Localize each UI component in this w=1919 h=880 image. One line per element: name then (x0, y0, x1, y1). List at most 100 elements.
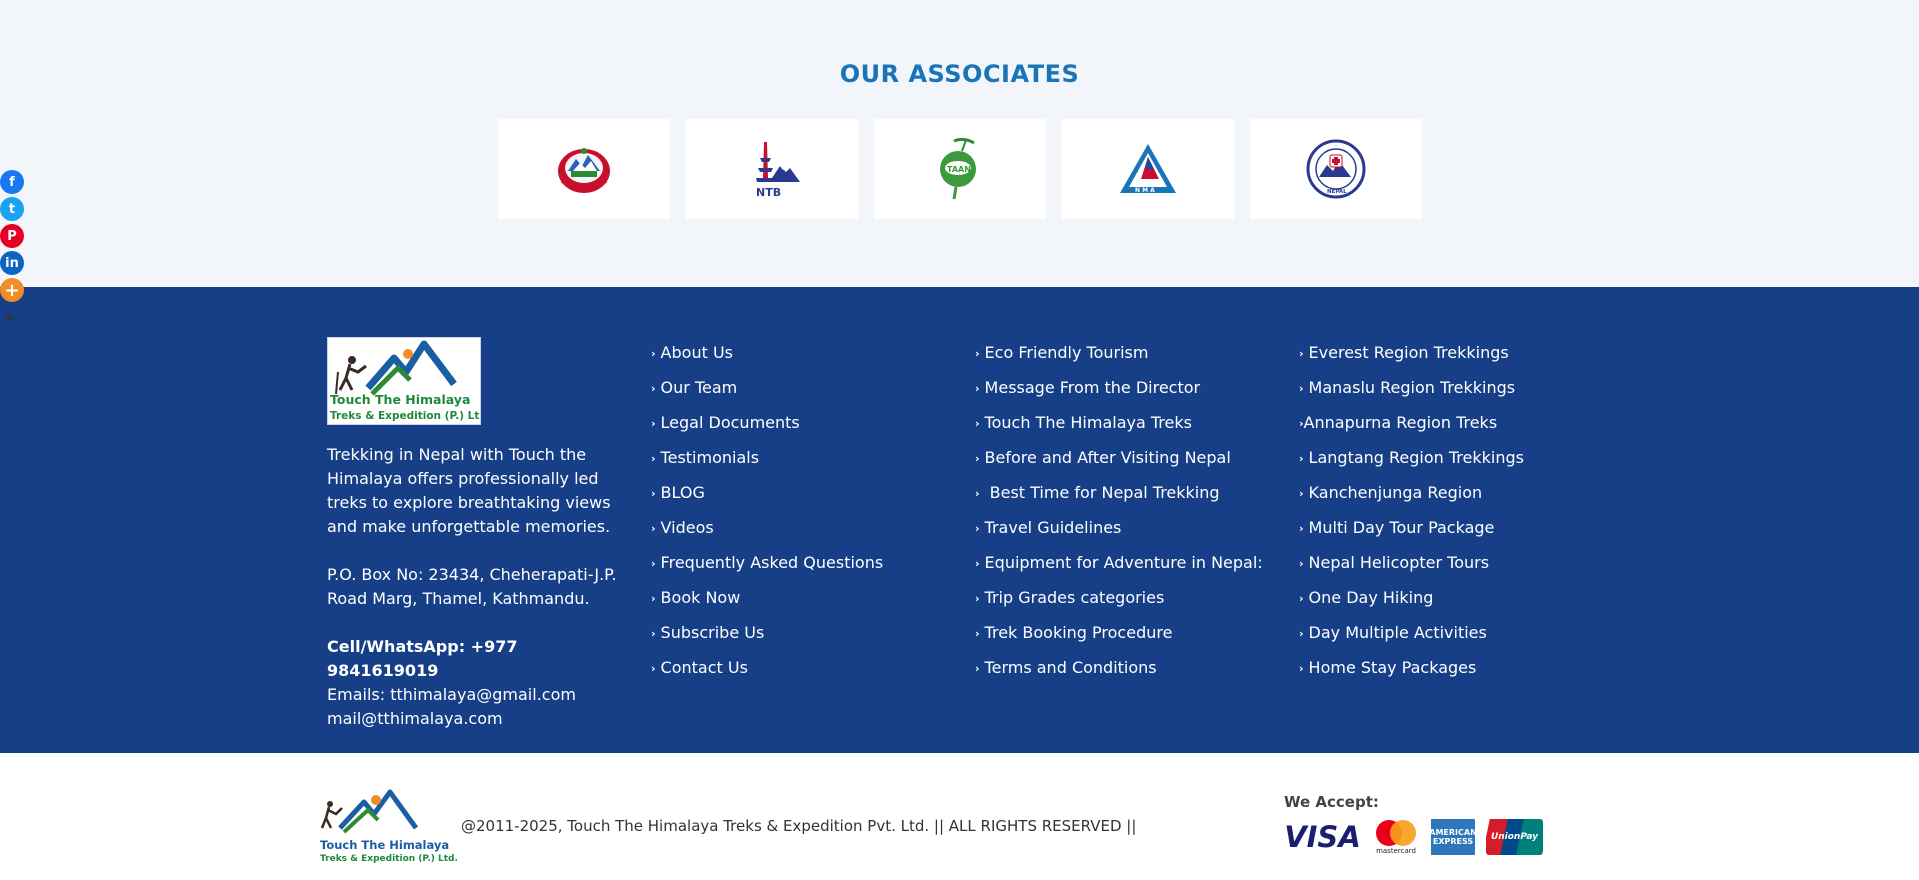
footer-link-multi-day-tour[interactable]: › Multi Day Tour Package (1299, 517, 1524, 552)
associate-card-ntb[interactable]: NTB (686, 119, 858, 219)
footer-link-before-after[interactable]: › Before and After Visiting Nepal (975, 447, 1263, 482)
facebook-icon[interactable]: f (0, 170, 24, 194)
footer-link-booking-procedure[interactable]: › Trek Booking Procedure (975, 622, 1263, 657)
chevron-right-icon: › (1299, 592, 1304, 605)
company-logo[interactable]: Touch The Himalaya Treks & Expedition (P… (327, 337, 481, 425)
footer-link-langtang[interactable]: › Langtang Region Trekkings (1299, 447, 1524, 482)
footer-link-book-now[interactable]: › Book Now (651, 587, 883, 622)
chevron-right-icon: › (651, 417, 656, 430)
associates-section: OUR ASSOCIATES NTB TAAN N M A NEPAL (0, 0, 1919, 287)
chevron-right-icon: › (975, 522, 980, 535)
pinterest-icon[interactable]: P (0, 224, 24, 248)
chevron-right-icon: › (1299, 382, 1304, 395)
associate-card-taan[interactable]: TAAN (874, 119, 1046, 219)
footer-link-testimonials[interactable]: › Testimonials (651, 447, 883, 482)
footer-link-one-day-hiking[interactable]: › One Day Hiking (1299, 587, 1524, 622)
chevron-right-icon: › (1299, 452, 1304, 465)
footer-link-trip-grades[interactable]: › Trip Grades categories (975, 587, 1263, 622)
footer-link-day-activities[interactable]: › Day Multiple Activities (1299, 622, 1524, 657)
chevron-right-icon: › (1299, 347, 1304, 360)
footer-link-travel-guidelines[interactable]: › Travel Guidelines (975, 517, 1263, 552)
chevron-right-icon: › (975, 662, 980, 675)
footer-links-company: › About Us › Our Team › Legal Documents › Te… (651, 342, 883, 692)
footer-link-kanchenjunga[interactable]: › Kanchenjunga Region (1299, 482, 1524, 517)
taan-logo-icon: TAAN (940, 137, 976, 200)
logo-line2: Treks & Expedition (P.) Ltd. (330, 410, 481, 422)
chevron-right-icon: › (975, 487, 980, 500)
company-email-2[interactable]: mail@tthimalaya.com (327, 707, 627, 731)
footer-link-about-us[interactable]: › About Us (651, 342, 883, 377)
chevron-right-icon: › (975, 382, 980, 395)
chevron-right-icon: › (1299, 522, 1304, 535)
footer-link-annapurna[interactable]: ›Annapurna Region Treks (1299, 412, 1524, 447)
chevron-right-icon: › (1299, 662, 1304, 675)
footer-link-contact-us[interactable]: › Contact Us (651, 657, 883, 692)
chevron-right-icon: › (651, 487, 656, 500)
associates-title: OUR ASSOCIATES (839, 60, 1080, 88)
hra-logo-icon: NEPAL (1306, 139, 1366, 199)
footer-link-blog[interactable]: › BLOG (651, 482, 883, 517)
bottom-logo[interactable]: Touch The Himalaya Treks & Expedition (P… (318, 788, 458, 870)
chevron-right-icon: › (975, 627, 980, 640)
footer-link-subscribe[interactable]: › Subscribe Us (651, 622, 883, 657)
company-email-1[interactable]: Emails: tthimalaya@gmail.com (327, 683, 627, 707)
footer-link-legal-documents[interactable]: › Legal Documents (651, 412, 883, 447)
footer-link-eco-friendly[interactable]: › Eco Friendly Tourism (975, 342, 1263, 377)
company-description: Trekking in Nepal with Touch the Himalay… (327, 445, 611, 536)
chevron-right-icon: › (651, 522, 656, 535)
associate-card-nma[interactable]: N M A (1062, 119, 1234, 219)
footer-links-info: › Eco Friendly Tourism › Message From the … (975, 342, 1263, 692)
footer-link-faq[interactable]: › Frequently Asked Questions (651, 552, 883, 587)
chevron-right-icon: › (1299, 487, 1304, 500)
site-footer: Touch The Himalaya Treks & Expedition (P… (0, 287, 1919, 753)
company-phone[interactable]: Cell/WhatsApp: +977 9841619019 (327, 635, 627, 683)
svg-text:NEPAL: NEPAL (1327, 189, 1347, 195)
footer-link-equipment[interactable]: › Equipment for Adventure in Nepal: (975, 552, 1263, 587)
svg-text:N M A: N M A (1135, 187, 1155, 194)
payment-methods: VISA mastercard AMERICAN EXPRESS UnionPa… (1284, 819, 1543, 855)
footer-link-helicopter[interactable]: › Nepal Helicopter Tours (1299, 552, 1524, 587)
chevron-right-icon: › (651, 557, 656, 570)
chevron-right-icon: › (651, 627, 656, 640)
associate-card-hra[interactable]: NEPAL (1250, 119, 1422, 219)
unionpay-icon: UnionPay (1486, 819, 1543, 855)
footer-link-our-team[interactable]: › Our Team (651, 377, 883, 412)
svg-text:TAAN: TAAN (947, 165, 971, 174)
bottom-logo-line1: Touch The Himalaya (320, 838, 450, 852)
chevron-right-icon: › (651, 592, 656, 605)
footer-link-tth-treks[interactable]: › Touch The Himalaya Treks (975, 412, 1263, 447)
company-address: P.O. Box No: 23434, Cheherapati-J.P. Roa… (327, 565, 617, 608)
chevron-right-icon: › (975, 452, 980, 465)
associate-card-nepal-govt[interactable] (498, 119, 670, 219)
chevron-right-icon: › (1299, 417, 1304, 430)
chevron-right-icon: › (1299, 627, 1304, 640)
more-share-icon[interactable]: + (0, 278, 24, 302)
logo-line1: Touch The Himalaya (330, 392, 471, 407)
linkedin-icon[interactable]: in (0, 251, 24, 275)
footer-link-manaslu[interactable]: › Manaslu Region Trekkings (1299, 377, 1524, 412)
associates-logos: NTB TAAN N M A NEPAL (498, 119, 1422, 219)
hide-share-icon[interactable] (3, 311, 15, 323)
we-accept-label: We Accept: (1284, 793, 1379, 811)
visa-icon: VISA (1284, 820, 1361, 854)
footer-link-home-stay[interactable]: › Home Stay Packages (1299, 657, 1524, 692)
copyright-text: @2011-2025, Touch The Himalaya Treks & E… (461, 817, 1137, 835)
footer-brand: Touch The Himalaya Treks & Expedition (P… (327, 337, 627, 731)
chevron-right-icon: › (975, 417, 980, 430)
twitter-icon[interactable]: t (0, 197, 24, 221)
chevron-right-icon: › (651, 382, 656, 395)
footer-links-trips: › Everest Region Trekkings › Manaslu Regio… (1299, 342, 1524, 692)
footer-link-best-time[interactable]: › Best Time for Nepal Trekking (975, 482, 1263, 517)
bottom-logo-line2: Treks & Expedition (P.) Ltd. (320, 854, 458, 864)
amex-icon: AMERICAN EXPRESS (1429, 819, 1477, 855)
footer-link-everest[interactable]: › Everest Region Trekkings (1299, 342, 1524, 377)
chevron-right-icon: › (975, 592, 980, 605)
social-share-rail: f t P in + (0, 170, 26, 323)
chevron-right-icon: › (651, 347, 656, 360)
footer-link-videos[interactable]: › Videos (651, 517, 883, 552)
mastercard-icon: mastercard (1372, 819, 1420, 855)
copyright-bar: Touch The Himalaya Treks & Expedition (P… (0, 753, 1919, 880)
nepal-emblem-icon (558, 148, 610, 193)
footer-link-terms[interactable]: › Terms and Conditions (975, 657, 1263, 692)
footer-link-director-message[interactable]: › Message From the Director (975, 377, 1263, 412)
